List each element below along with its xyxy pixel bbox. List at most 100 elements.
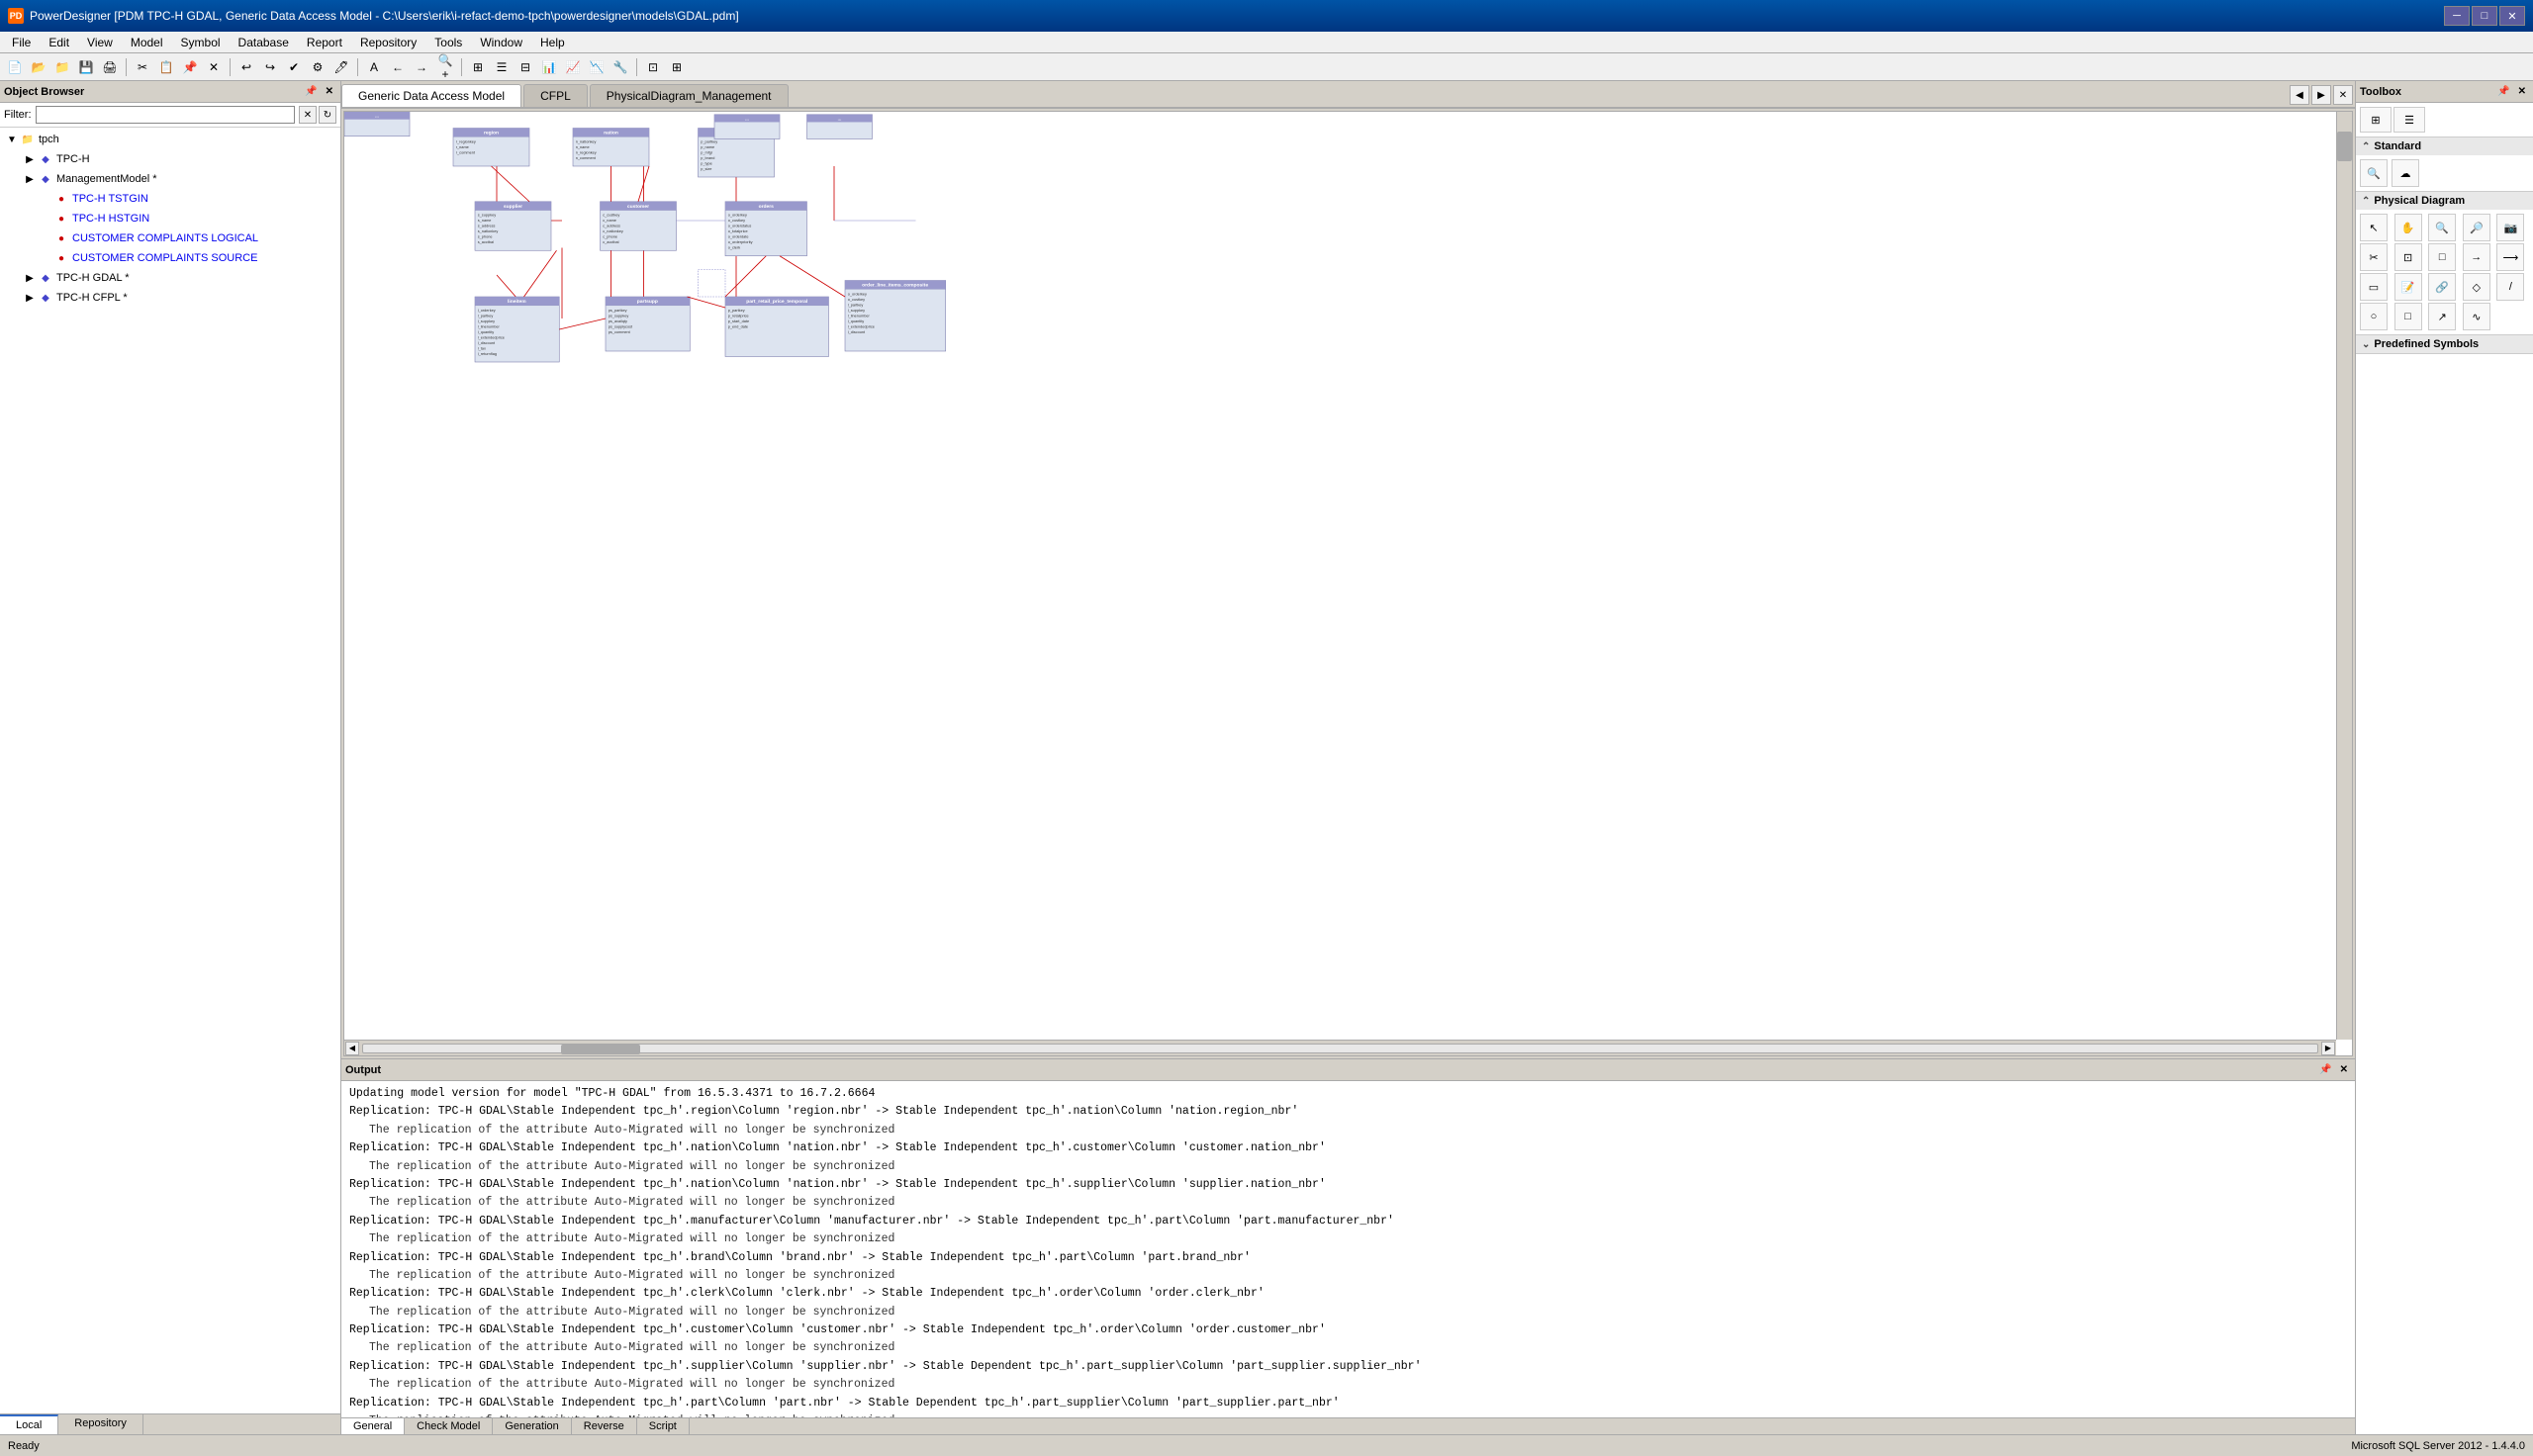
menu-view[interactable]: View bbox=[79, 34, 121, 51]
menu-tools[interactable]: Tools bbox=[426, 34, 470, 51]
tree-item-tstgin[interactable]: ● TPC-H TSTGIN bbox=[2, 189, 338, 209]
toolbox-predefined-header[interactable]: ⌄ Predefined Symbols bbox=[2356, 335, 2533, 353]
toolbox-cloud-item[interactable]: ☁ bbox=[2392, 159, 2419, 187]
expander-cc-source[interactable] bbox=[38, 250, 53, 266]
tb-print[interactable]: 🖨 bbox=[99, 56, 121, 78]
sidebar-pin-btn[interactable]: 📌 bbox=[302, 86, 320, 97]
tb-win2[interactable]: ⊞ bbox=[666, 56, 688, 78]
toolbox-view-tool[interactable]: □ bbox=[2428, 243, 2456, 271]
tb-check[interactable]: ✔ bbox=[283, 56, 305, 78]
toolbox-hand-tool[interactable]: ✋ bbox=[2394, 214, 2422, 241]
tab-physical[interactable]: PhysicalDiagram_Management bbox=[590, 84, 789, 107]
h-scroll-track[interactable] bbox=[362, 1044, 2318, 1053]
menu-repository[interactable]: Repository bbox=[352, 34, 424, 51]
h-scroll-right-btn[interactable]: ▶ bbox=[2321, 1042, 2335, 1055]
toolbox-pkg-tool[interactable]: ▭ bbox=[2360, 273, 2388, 301]
window-controls[interactable]: ─ □ ✕ bbox=[2444, 6, 2525, 26]
menu-window[interactable]: Window bbox=[472, 34, 530, 51]
tb-save[interactable]: 💾 bbox=[75, 56, 97, 78]
expander-tpch-h[interactable]: ▶ bbox=[22, 151, 38, 167]
tree-item-hstgin[interactable]: ● TPC-H HSTGIN bbox=[2, 209, 338, 228]
menu-symbol[interactable]: Symbol bbox=[173, 34, 229, 51]
tb-props[interactable]: 📊 bbox=[538, 56, 560, 78]
filter-input[interactable] bbox=[36, 106, 296, 124]
minimize-button[interactable]: ─ bbox=[2444, 6, 2470, 26]
menu-model[interactable]: Model bbox=[123, 34, 171, 51]
expander-tstgin[interactable] bbox=[38, 191, 53, 207]
toolbox-camera-tool[interactable]: 📷 bbox=[2496, 214, 2524, 241]
tb-table[interactable]: ⊟ bbox=[515, 56, 536, 78]
toolbox-physical-header[interactable]: ⌃ Physical Diagram bbox=[2356, 192, 2533, 210]
close-button[interactable]: ✕ bbox=[2499, 6, 2525, 26]
toolbox-arrow-tool[interactable]: ↖ bbox=[2360, 214, 2388, 241]
tb-undo[interactable]: ↩ bbox=[235, 56, 257, 78]
expander-cc-logical[interactable] bbox=[38, 230, 53, 246]
v-scroll-thumb[interactable] bbox=[2337, 132, 2352, 161]
toolbox-zoom-item[interactable]: 🔍 bbox=[2360, 159, 2388, 187]
tb-grid[interactable]: ⊞ bbox=[467, 56, 489, 78]
table-partsupp[interactable]: partsupp ps_partkey ps_suppkey ps_availq… bbox=[606, 297, 690, 351]
table-top-mid[interactable]: ... bbox=[807, 115, 873, 139]
h-scrollbar[interactable]: ◀ ▶ bbox=[344, 1040, 2336, 1055]
expander-gdal[interactable]: ▶ bbox=[22, 270, 38, 286]
tb-more1[interactable]: 📈 bbox=[562, 56, 584, 78]
toolbox-zoom-out-tool[interactable]: 🔎 bbox=[2463, 214, 2490, 241]
toolbox-corner-tool[interactable]: ↗ bbox=[2428, 303, 2456, 330]
table-lineitem[interactable]: lineitem l_orderkey l_partkey l_suppkey … bbox=[475, 297, 559, 362]
output-tab-script[interactable]: Script bbox=[637, 1418, 690, 1434]
toolbox-wave-tool[interactable]: ∿ bbox=[2463, 303, 2490, 330]
toolbox-diamond-tool[interactable]: ◇ bbox=[2463, 273, 2490, 301]
h-scroll-thumb[interactable] bbox=[561, 1045, 640, 1054]
sidebar-close-btn[interactable]: ✕ bbox=[323, 86, 336, 97]
tb-text[interactable]: A bbox=[363, 56, 385, 78]
output-close-btn[interactable]: ✕ bbox=[2337, 1064, 2351, 1075]
maximize-button[interactable]: □ bbox=[2472, 6, 2497, 26]
table-supplier[interactable]: supplier s_suppkey s_name s_address s_na… bbox=[475, 202, 551, 251]
output-tab-general[interactable]: General bbox=[341, 1418, 405, 1434]
menu-file[interactable]: File bbox=[4, 34, 39, 51]
table-prt[interactable]: part_retail_price_temporal p_partkey p_r… bbox=[725, 297, 829, 357]
table-order-line[interactable]: order_line_items_composite o_orderkey o_… bbox=[845, 281, 946, 352]
toolbox-zoom-in-tool[interactable]: 🔍 bbox=[2428, 214, 2456, 241]
toolbox-calc-tool[interactable]: ⟶ bbox=[2496, 243, 2524, 271]
filter-clear-btn[interactable]: ✕ bbox=[299, 106, 317, 124]
tree-item-tpch-h[interactable]: ▶ ◆ TPC-H bbox=[2, 149, 338, 169]
tab-gdal[interactable]: Generic Data Access Model bbox=[341, 84, 521, 107]
tb-cut[interactable]: ✂ bbox=[132, 56, 153, 78]
toolbox-ref-tool[interactable]: → bbox=[2463, 243, 2490, 271]
toolbox-note-tool[interactable]: 📝 bbox=[2394, 273, 2422, 301]
toolbox-line-tool[interactable]: / bbox=[2496, 273, 2524, 301]
tb-new[interactable]: 📄 bbox=[4, 56, 26, 78]
table-customer[interactable]: customer c_custkey c_name c_address c_na… bbox=[601, 202, 677, 251]
toolbox-circle-tool[interactable]: ○ bbox=[2360, 303, 2388, 330]
h-scroll-left-btn[interactable]: ◀ bbox=[345, 1042, 359, 1055]
tb-arrow-r[interactable]: → bbox=[411, 56, 432, 78]
expander-tpch[interactable]: ▼ bbox=[4, 132, 20, 147]
tb-zoom-in[interactable]: 🔍+ bbox=[434, 56, 456, 78]
tab-scroll-right[interactable]: ▶ bbox=[2311, 85, 2331, 105]
expander-cfpl[interactable]: ▶ bbox=[22, 290, 38, 306]
filter-refresh-btn[interactable]: ↻ bbox=[319, 106, 336, 124]
toolbox-pin-btn[interactable]: 📌 bbox=[2494, 86, 2512, 97]
menu-edit[interactable]: Edit bbox=[41, 34, 77, 51]
toolbox-grid-view[interactable]: ⊞ bbox=[2360, 107, 2392, 133]
tree-item-tpch[interactable]: ▼ 📁 tpch bbox=[2, 130, 338, 149]
toolbox-link-tool[interactable]: 🔗 bbox=[2428, 273, 2456, 301]
tb-open[interactable]: 📁 bbox=[51, 56, 73, 78]
menu-help[interactable]: Help bbox=[532, 34, 573, 51]
tree-item-cc-logical[interactable]: ● CUSTOMER COMPLAINTS LOGICAL bbox=[2, 228, 338, 248]
tree-item-mgmt[interactable]: ▶ ◆ ManagementModel * bbox=[2, 169, 338, 189]
tb-list[interactable]: ☰ bbox=[491, 56, 513, 78]
sidebar-tab-repository[interactable]: Repository bbox=[58, 1414, 143, 1434]
tb-redo[interactable]: ↪ bbox=[259, 56, 281, 78]
expander-hstgin[interactable] bbox=[38, 211, 53, 227]
tb-win1[interactable]: ⊡ bbox=[642, 56, 664, 78]
output-tab-reverse[interactable]: Reverse bbox=[572, 1418, 637, 1434]
toolbox-standard-header[interactable]: ⌃ Standard bbox=[2356, 137, 2533, 155]
table-top-right[interactable]: ... bbox=[344, 112, 410, 136]
output-tab-generation[interactable]: Generation bbox=[493, 1418, 571, 1434]
tb-arrow-l[interactable]: ← bbox=[387, 56, 409, 78]
menu-report[interactable]: Report bbox=[299, 34, 350, 51]
tb-gen[interactable]: ⚙ bbox=[307, 56, 328, 78]
tree-item-gdal[interactable]: ▶ ◆ TPC-H GDAL * bbox=[2, 268, 338, 288]
